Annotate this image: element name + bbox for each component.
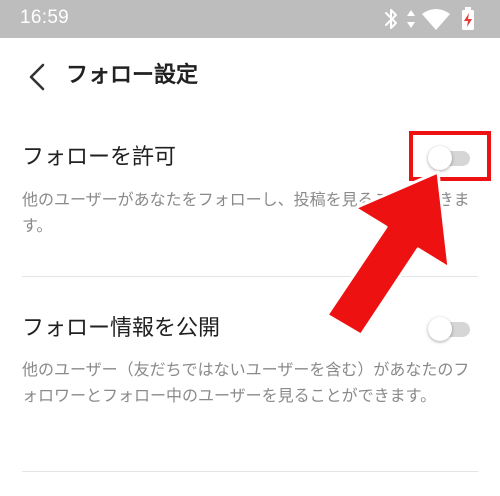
bluetooth-icon (385, 9, 397, 29)
highlight-box (409, 131, 491, 181)
public-follow-info-toggle[interactable] (428, 316, 472, 342)
wifi-icon (422, 9, 450, 30)
battery-charging-icon (462, 7, 474, 30)
divider (22, 276, 478, 277)
status-icons (378, 5, 488, 33)
divider (22, 471, 478, 472)
setting-title-public-follow-info: フォロー情報を公開 (22, 316, 221, 341)
status-time: 16:59 (20, 7, 70, 28)
setting-desc-allow-follow: 他のユーザーがあなたをフォローし、投稿を見ることができます。 (22, 190, 470, 235)
toggle-thumb (428, 317, 452, 341)
setting-desc-public-follow-info: 他のユーザー（友だちではないユーザーを含む）があなたのフォロワーとフォロー中のユ… (22, 360, 470, 405)
back-chevron-icon[interactable] (25, 62, 51, 92)
setting-title-allow-follow: フォローを許可 (22, 145, 177, 170)
page-title: フォロー設定 (66, 63, 199, 88)
data-arrows-icon (407, 10, 415, 28)
status-bar: 16:59 (0, 0, 500, 38)
